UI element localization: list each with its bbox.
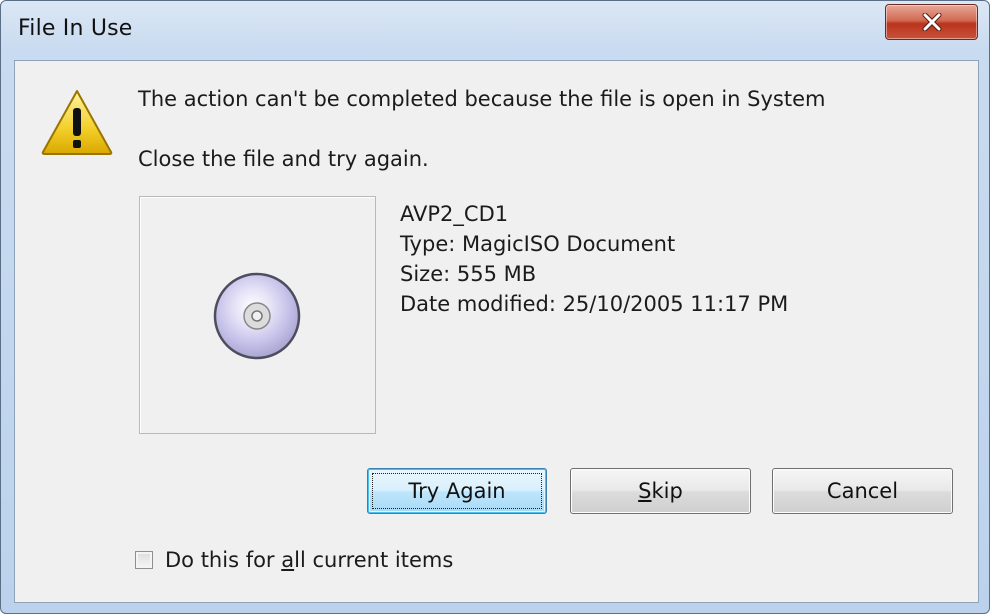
file-size: Size: 555 MB — [400, 262, 537, 286]
checkbox-label-suffix: ll current items — [294, 548, 454, 572]
error-message: The action can't be completed because th… — [138, 87, 826, 111]
close-icon — [922, 13, 941, 31]
try-again-label: Try Again — [408, 479, 506, 503]
cancel-label: Cancel — [826, 479, 899, 503]
window-title: File In Use — [18, 16, 133, 41]
file-date-modified: Date modified: 25/10/2005 11:17 PM — [400, 292, 789, 316]
file-thumbnail — [139, 196, 376, 434]
file-details: AVP2_CD1 Type: MagicISO Document Size: 5… — [400, 199, 788, 319]
cancel-button[interactable]: Cancel — [772, 468, 953, 514]
dialog-content: The action can't be completed because th… — [14, 60, 979, 603]
file-name: AVP2_CD1 — [400, 202, 509, 226]
disc-icon — [213, 272, 301, 360]
skip-access-key: S — [638, 479, 652, 503]
dialog-window: File In Use The action can't be complete… — [0, 0, 990, 614]
file-type: Type: MagicISO Document — [400, 232, 676, 256]
instruction-message: Close the file and try again. — [138, 147, 429, 171]
apply-to-all-label[interactable]: Do this for all current items — [165, 548, 453, 572]
apply-to-all-checkbox[interactable] — [135, 551, 153, 569]
checkbox-label-prefix: Do this for — [165, 548, 282, 572]
checkbox-access-key: a — [281, 548, 295, 572]
skip-button[interactable]: Skip — [570, 468, 751, 514]
close-button[interactable] — [885, 4, 978, 40]
warning-icon — [41, 90, 113, 155]
apply-to-all-row[interactable]: Do this for all current items — [135, 548, 453, 572]
skip-label-rest: kip — [651, 479, 683, 503]
try-again-button[interactable]: Try Again — [367, 468, 547, 514]
skip-label: Skip — [638, 479, 683, 503]
